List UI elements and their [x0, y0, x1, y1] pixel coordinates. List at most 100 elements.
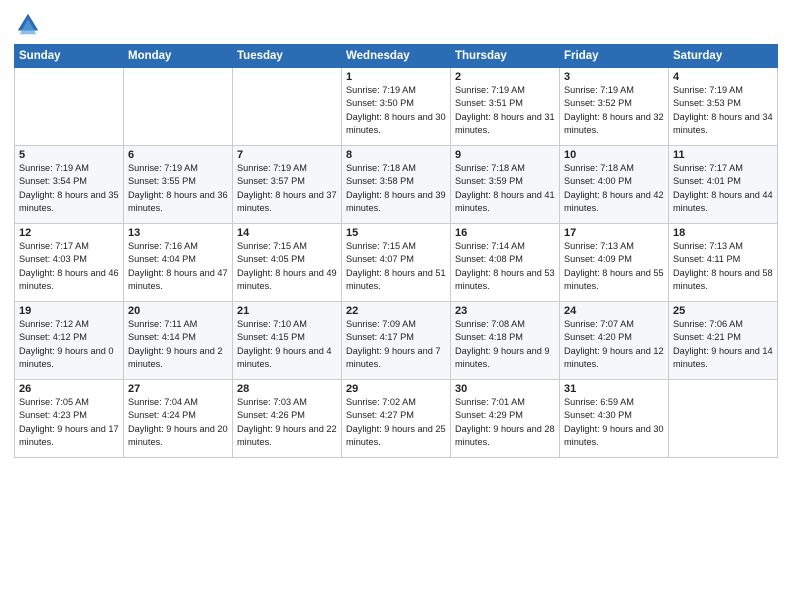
calendar-cell: 22Sunrise: 7:09 AMSunset: 4:17 PMDayligh…	[342, 302, 451, 380]
day-info: Sunrise: 7:03 AMSunset: 4:26 PMDaylight:…	[237, 396, 337, 449]
day-number: 21	[237, 305, 337, 317]
day-number: 14	[237, 227, 337, 239]
calendar-cell	[669, 380, 778, 458]
day-info: Sunrise: 7:19 AMSunset: 3:55 PMDaylight:…	[128, 162, 228, 215]
day-info: Sunrise: 7:19 AMSunset: 3:54 PMDaylight:…	[19, 162, 119, 215]
weekday-header-tuesday: Tuesday	[233, 45, 342, 68]
day-info: Sunrise: 7:13 AMSunset: 4:09 PMDaylight:…	[564, 240, 664, 293]
calendar-cell: 25Sunrise: 7:06 AMSunset: 4:21 PMDayligh…	[669, 302, 778, 380]
day-number: 12	[19, 227, 119, 239]
weekday-header-wednesday: Wednesday	[342, 45, 451, 68]
calendar-cell: 5Sunrise: 7:19 AMSunset: 3:54 PMDaylight…	[15, 146, 124, 224]
calendar-cell: 2Sunrise: 7:19 AMSunset: 3:51 PMDaylight…	[451, 68, 560, 146]
day-number: 17	[564, 227, 664, 239]
calendar-cell: 16Sunrise: 7:14 AMSunset: 4:08 PMDayligh…	[451, 224, 560, 302]
day-info: Sunrise: 7:13 AMSunset: 4:11 PMDaylight:…	[673, 240, 773, 293]
calendar-page: SundayMondayTuesdayWednesdayThursdayFrid…	[0, 0, 792, 612]
day-info: Sunrise: 7:12 AMSunset: 4:12 PMDaylight:…	[19, 318, 119, 371]
calendar-cell: 6Sunrise: 7:19 AMSunset: 3:55 PMDaylight…	[124, 146, 233, 224]
day-info: Sunrise: 7:14 AMSunset: 4:08 PMDaylight:…	[455, 240, 555, 293]
day-info: Sunrise: 7:15 AMSunset: 4:07 PMDaylight:…	[346, 240, 446, 293]
calendar-week-1: 1Sunrise: 7:19 AMSunset: 3:50 PMDaylight…	[15, 68, 778, 146]
day-number: 24	[564, 305, 664, 317]
day-info: Sunrise: 6:59 AMSunset: 4:30 PMDaylight:…	[564, 396, 664, 449]
calendar-week-5: 26Sunrise: 7:05 AMSunset: 4:23 PMDayligh…	[15, 380, 778, 458]
day-info: Sunrise: 7:04 AMSunset: 4:24 PMDaylight:…	[128, 396, 228, 449]
day-info: Sunrise: 7:19 AMSunset: 3:51 PMDaylight:…	[455, 84, 555, 137]
weekday-header-sunday: Sunday	[15, 45, 124, 68]
weekday-header-monday: Monday	[124, 45, 233, 68]
day-number: 7	[237, 149, 337, 161]
calendar-cell: 11Sunrise: 7:17 AMSunset: 4:01 PMDayligh…	[669, 146, 778, 224]
day-number: 2	[455, 71, 555, 83]
calendar-cell: 10Sunrise: 7:18 AMSunset: 4:00 PMDayligh…	[560, 146, 669, 224]
calendar-cell: 4Sunrise: 7:19 AMSunset: 3:53 PMDaylight…	[669, 68, 778, 146]
calendar-cell: 21Sunrise: 7:10 AMSunset: 4:15 PMDayligh…	[233, 302, 342, 380]
header	[14, 10, 778, 38]
calendar-cell: 27Sunrise: 7:04 AMSunset: 4:24 PMDayligh…	[124, 380, 233, 458]
calendar-cell: 29Sunrise: 7:02 AMSunset: 4:27 PMDayligh…	[342, 380, 451, 458]
calendar-week-3: 12Sunrise: 7:17 AMSunset: 4:03 PMDayligh…	[15, 224, 778, 302]
day-number: 31	[564, 383, 664, 395]
day-info: Sunrise: 7:18 AMSunset: 4:00 PMDaylight:…	[564, 162, 664, 215]
day-number: 13	[128, 227, 228, 239]
day-info: Sunrise: 7:18 AMSunset: 3:58 PMDaylight:…	[346, 162, 446, 215]
day-info: Sunrise: 7:05 AMSunset: 4:23 PMDaylight:…	[19, 396, 119, 449]
calendar-cell: 23Sunrise: 7:08 AMSunset: 4:18 PMDayligh…	[451, 302, 560, 380]
calendar-cell: 28Sunrise: 7:03 AMSunset: 4:26 PMDayligh…	[233, 380, 342, 458]
weekday-header-row: SundayMondayTuesdayWednesdayThursdayFrid…	[15, 45, 778, 68]
day-info: Sunrise: 7:17 AMSunset: 4:01 PMDaylight:…	[673, 162, 773, 215]
calendar-cell: 31Sunrise: 6:59 AMSunset: 4:30 PMDayligh…	[560, 380, 669, 458]
logo	[14, 10, 46, 38]
day-number: 18	[673, 227, 773, 239]
day-info: Sunrise: 7:10 AMSunset: 4:15 PMDaylight:…	[237, 318, 337, 371]
day-number: 27	[128, 383, 228, 395]
day-info: Sunrise: 7:19 AMSunset: 3:52 PMDaylight:…	[564, 84, 664, 137]
calendar-cell: 18Sunrise: 7:13 AMSunset: 4:11 PMDayligh…	[669, 224, 778, 302]
day-info: Sunrise: 7:09 AMSunset: 4:17 PMDaylight:…	[346, 318, 446, 371]
day-number: 8	[346, 149, 446, 161]
day-info: Sunrise: 7:16 AMSunset: 4:04 PMDaylight:…	[128, 240, 228, 293]
day-number: 3	[564, 71, 664, 83]
calendar-cell: 7Sunrise: 7:19 AMSunset: 3:57 PMDaylight…	[233, 146, 342, 224]
day-number: 25	[673, 305, 773, 317]
calendar-cell: 3Sunrise: 7:19 AMSunset: 3:52 PMDaylight…	[560, 68, 669, 146]
day-info: Sunrise: 7:02 AMSunset: 4:27 PMDaylight:…	[346, 396, 446, 449]
day-info: Sunrise: 7:08 AMSunset: 4:18 PMDaylight:…	[455, 318, 555, 371]
day-number: 1	[346, 71, 446, 83]
calendar-cell: 12Sunrise: 7:17 AMSunset: 4:03 PMDayligh…	[15, 224, 124, 302]
day-number: 11	[673, 149, 773, 161]
calendar-cell: 17Sunrise: 7:13 AMSunset: 4:09 PMDayligh…	[560, 224, 669, 302]
day-info: Sunrise: 7:11 AMSunset: 4:14 PMDaylight:…	[128, 318, 228, 371]
calendar-cell: 9Sunrise: 7:18 AMSunset: 3:59 PMDaylight…	[451, 146, 560, 224]
calendar-cell: 26Sunrise: 7:05 AMSunset: 4:23 PMDayligh…	[15, 380, 124, 458]
day-number: 28	[237, 383, 337, 395]
calendar-table: SundayMondayTuesdayWednesdayThursdayFrid…	[14, 44, 778, 458]
day-info: Sunrise: 7:18 AMSunset: 3:59 PMDaylight:…	[455, 162, 555, 215]
day-info: Sunrise: 7:17 AMSunset: 4:03 PMDaylight:…	[19, 240, 119, 293]
weekday-header-saturday: Saturday	[669, 45, 778, 68]
calendar-cell: 20Sunrise: 7:11 AMSunset: 4:14 PMDayligh…	[124, 302, 233, 380]
day-number: 26	[19, 383, 119, 395]
day-info: Sunrise: 7:01 AMSunset: 4:29 PMDaylight:…	[455, 396, 555, 449]
day-info: Sunrise: 7:06 AMSunset: 4:21 PMDaylight:…	[673, 318, 773, 371]
calendar-cell: 24Sunrise: 7:07 AMSunset: 4:20 PMDayligh…	[560, 302, 669, 380]
weekday-header-thursday: Thursday	[451, 45, 560, 68]
calendar-cell: 8Sunrise: 7:18 AMSunset: 3:58 PMDaylight…	[342, 146, 451, 224]
day-info: Sunrise: 7:15 AMSunset: 4:05 PMDaylight:…	[237, 240, 337, 293]
day-number: 29	[346, 383, 446, 395]
day-number: 5	[19, 149, 119, 161]
day-number: 23	[455, 305, 555, 317]
calendar-week-2: 5Sunrise: 7:19 AMSunset: 3:54 PMDaylight…	[15, 146, 778, 224]
day-number: 4	[673, 71, 773, 83]
weekday-header-friday: Friday	[560, 45, 669, 68]
day-number: 10	[564, 149, 664, 161]
day-number: 9	[455, 149, 555, 161]
calendar-cell: 19Sunrise: 7:12 AMSunset: 4:12 PMDayligh…	[15, 302, 124, 380]
day-info: Sunrise: 7:19 AMSunset: 3:50 PMDaylight:…	[346, 84, 446, 137]
calendar-week-4: 19Sunrise: 7:12 AMSunset: 4:12 PMDayligh…	[15, 302, 778, 380]
day-number: 6	[128, 149, 228, 161]
day-info: Sunrise: 7:19 AMSunset: 3:57 PMDaylight:…	[237, 162, 337, 215]
day-number: 19	[19, 305, 119, 317]
calendar-cell	[15, 68, 124, 146]
